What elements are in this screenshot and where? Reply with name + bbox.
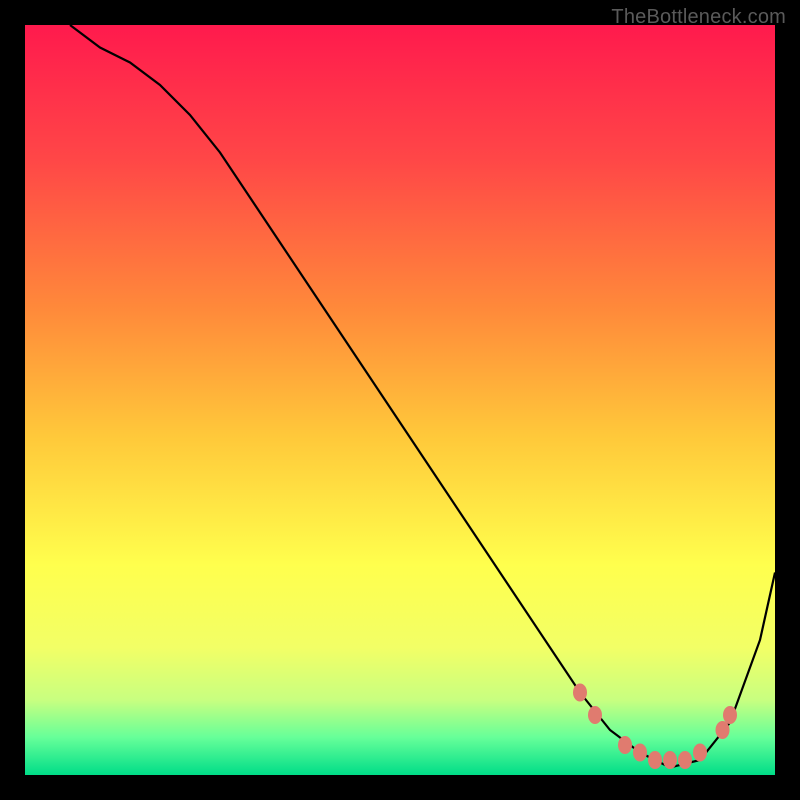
curve-marker: [663, 751, 677, 769]
chart-svg: [25, 25, 775, 775]
curve-marker: [618, 736, 632, 754]
curve-marker: [633, 744, 647, 762]
chart-frame: TheBottleneck.com: [0, 0, 800, 800]
curve-marker: [723, 706, 737, 724]
watermark-text: TheBottleneck.com: [611, 6, 786, 29]
curve-marker: [573, 684, 587, 702]
curve-marker: [678, 751, 692, 769]
gradient-background: [25, 25, 775, 775]
plot-area: [25, 25, 775, 775]
curve-marker: [693, 744, 707, 762]
curve-marker: [588, 706, 602, 724]
curve-marker: [648, 751, 662, 769]
curve-marker: [716, 721, 730, 739]
